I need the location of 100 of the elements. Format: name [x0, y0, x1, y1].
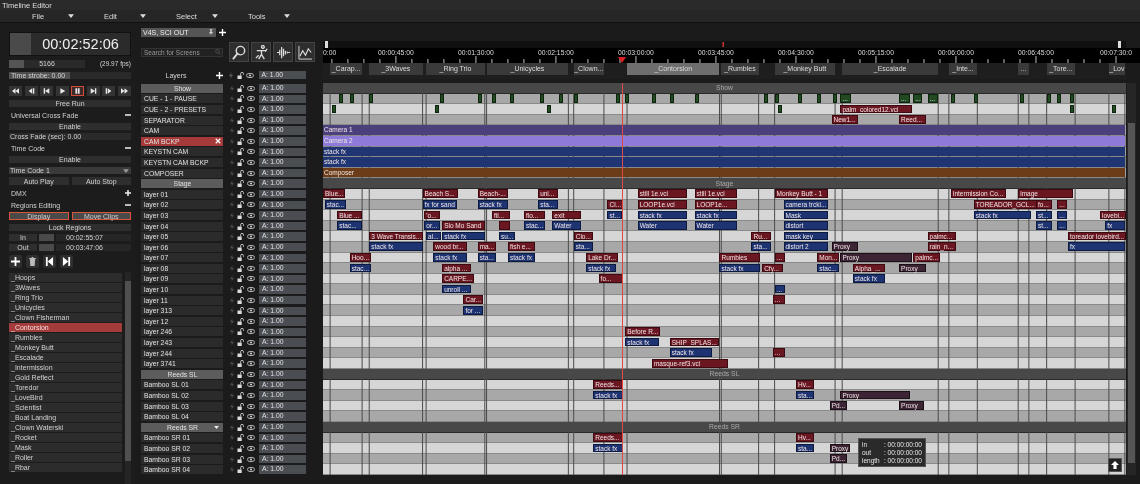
- eye-icon[interactable]: [246, 392, 255, 399]
- minus-icon[interactable]: [125, 145, 131, 151]
- eye-icon[interactable]: [246, 360, 255, 368]
- minus-icon[interactable]: [125, 112, 131, 118]
- lock-icon[interactable]: [237, 254, 245, 262]
- fast-forward-button[interactable]: [117, 86, 131, 96]
- play-button[interactable]: [55, 86, 69, 96]
- cue-marker[interactable]: [539, 94, 544, 103]
- lock-icon[interactable]: [237, 423, 245, 431]
- lock-icon[interactable]: [237, 116, 245, 124]
- eye-icon[interactable]: [246, 296, 255, 304]
- cue-marker[interactable]: [625, 94, 630, 103]
- lock-icon[interactable]: [237, 360, 245, 368]
- eye-icon[interactable]: [246, 402, 255, 410]
- eye-icon[interactable]: [246, 423, 255, 431]
- cue-marker[interactable]: [833, 94, 838, 103]
- eye-icon[interactable]: [246, 254, 255, 262]
- eye-icon[interactable]: [246, 349, 255, 357]
- scrollbar-thumb[interactable]: [125, 281, 131, 461]
- pose-tool-button[interactable]: [251, 42, 271, 62]
- delete-region-button[interactable]: [26, 255, 39, 268]
- lock-icon[interactable]: [237, 211, 245, 219]
- skip-forward-button[interactable]: [60, 255, 73, 268]
- scrollbar-thumb[interactable]: [1128, 123, 1135, 463]
- lock-icon[interactable]: [237, 169, 245, 177]
- eye-icon[interactable]: [246, 180, 255, 188]
- eye-icon[interactable]: [246, 137, 255, 145]
- eye-icon[interactable]: [246, 445, 255, 452]
- caret-icon[interactable]: [214, 425, 219, 429]
- cue-marker[interactable]: [669, 94, 674, 103]
- eye-icon[interactable]: [246, 413, 255, 421]
- lock-icon[interactable]: [237, 84, 245, 92]
- eye-icon[interactable]: [246, 381, 255, 389]
- lock-icon[interactable]: [237, 370, 245, 378]
- timeline-scrollbar[interactable]: [1127, 83, 1136, 475]
- cue-marker[interactable]: [509, 94, 514, 103]
- minus-icon[interactable]: [125, 202, 131, 208]
- cue-marker[interactable]: [547, 104, 551, 114]
- lock-icon[interactable]: [237, 466, 245, 474]
- lock-icon[interactable]: [237, 233, 245, 241]
- skip-back-button[interactable]: [40, 86, 54, 96]
- cue-marker[interactable]: [1019, 94, 1024, 103]
- skip-back-button[interactable]: [43, 255, 56, 268]
- cue-marker[interactable]: [778, 104, 783, 114]
- cue-marker[interactable]: [1112, 104, 1117, 114]
- lock-icon[interactable]: [237, 127, 245, 135]
- lock-icon[interactable]: [237, 95, 245, 103]
- eye-icon[interactable]: [246, 116, 255, 124]
- waveform-tool-button[interactable]: [273, 42, 293, 62]
- add-layer-icon[interactable]: [215, 71, 223, 79]
- eye-icon[interactable]: [246, 233, 255, 241]
- cue-marker[interactable]: [763, 94, 768, 103]
- lock-icon[interactable]: [237, 307, 245, 315]
- cue-marker[interactable]: [559, 94, 564, 103]
- cue-marker[interactable]: [331, 104, 336, 114]
- lock-icon[interactable]: [237, 445, 245, 452]
- timeline-clip[interactable]: [499, 221, 510, 230]
- lock-icon[interactable]: [236, 71, 245, 79]
- list-scrollbar[interactable]: [125, 272, 131, 484]
- cue-marker[interactable]: [440, 94, 445, 103]
- cue-marker[interactable]: [1069, 104, 1074, 114]
- step-forward-button[interactable]: [102, 86, 116, 96]
- lock-icon[interactable]: [237, 349, 245, 357]
- lock-icon[interactable]: [237, 381, 245, 389]
- eye-icon[interactable]: [246, 222, 255, 230]
- lock-icon[interactable]: [237, 317, 245, 325]
- scroll-top-button[interactable]: [1108, 458, 1122, 472]
- eye-icon[interactable]: [246, 243, 255, 251]
- eye-icon[interactable]: [246, 339, 255, 347]
- eye-icon[interactable]: [246, 317, 255, 325]
- cue-marker[interactable]: [817, 94, 822, 103]
- lock-icon[interactable]: [237, 434, 245, 442]
- lock-icon[interactable]: [237, 402, 245, 410]
- eye-icon[interactable]: [246, 158, 255, 166]
- skip-forward-button[interactable]: [86, 86, 100, 96]
- cue-marker[interactable]: [651, 94, 656, 103]
- zoom-tool-button[interactable]: [229, 42, 249, 62]
- lock-icon[interactable]: [237, 275, 245, 283]
- eye-icon[interactable]: [246, 434, 255, 442]
- eye-icon[interactable]: [246, 169, 255, 177]
- eye-icon[interactable]: [246, 275, 255, 283]
- close-icon[interactable]: [215, 138, 221, 145]
- eye-icon[interactable]: [246, 455, 255, 463]
- eye-icon[interactable]: [246, 127, 255, 135]
- cue-marker[interactable]: [477, 94, 482, 103]
- cue-marker[interactable]: [1057, 94, 1062, 103]
- eye-icon[interactable]: [246, 201, 255, 209]
- eye-icon[interactable]: [246, 307, 255, 315]
- lock-icon[interactable]: [237, 392, 245, 399]
- lock-icon[interactable]: [237, 222, 245, 230]
- eye-icon[interactable]: [246, 370, 255, 378]
- lock-icon[interactable]: [237, 286, 245, 294]
- pause-button[interactable]: [71, 86, 85, 96]
- eye-icon[interactable]: [246, 106, 255, 113]
- graph-tool-button[interactable]: [295, 42, 315, 62]
- lock-icon[interactable]: [237, 328, 245, 336]
- cue-marker[interactable]: [573, 94, 578, 103]
- eye-icon[interactable]: [246, 211, 255, 219]
- cue-marker[interactable]: [973, 94, 978, 103]
- cue-marker[interactable]: [950, 94, 955, 103]
